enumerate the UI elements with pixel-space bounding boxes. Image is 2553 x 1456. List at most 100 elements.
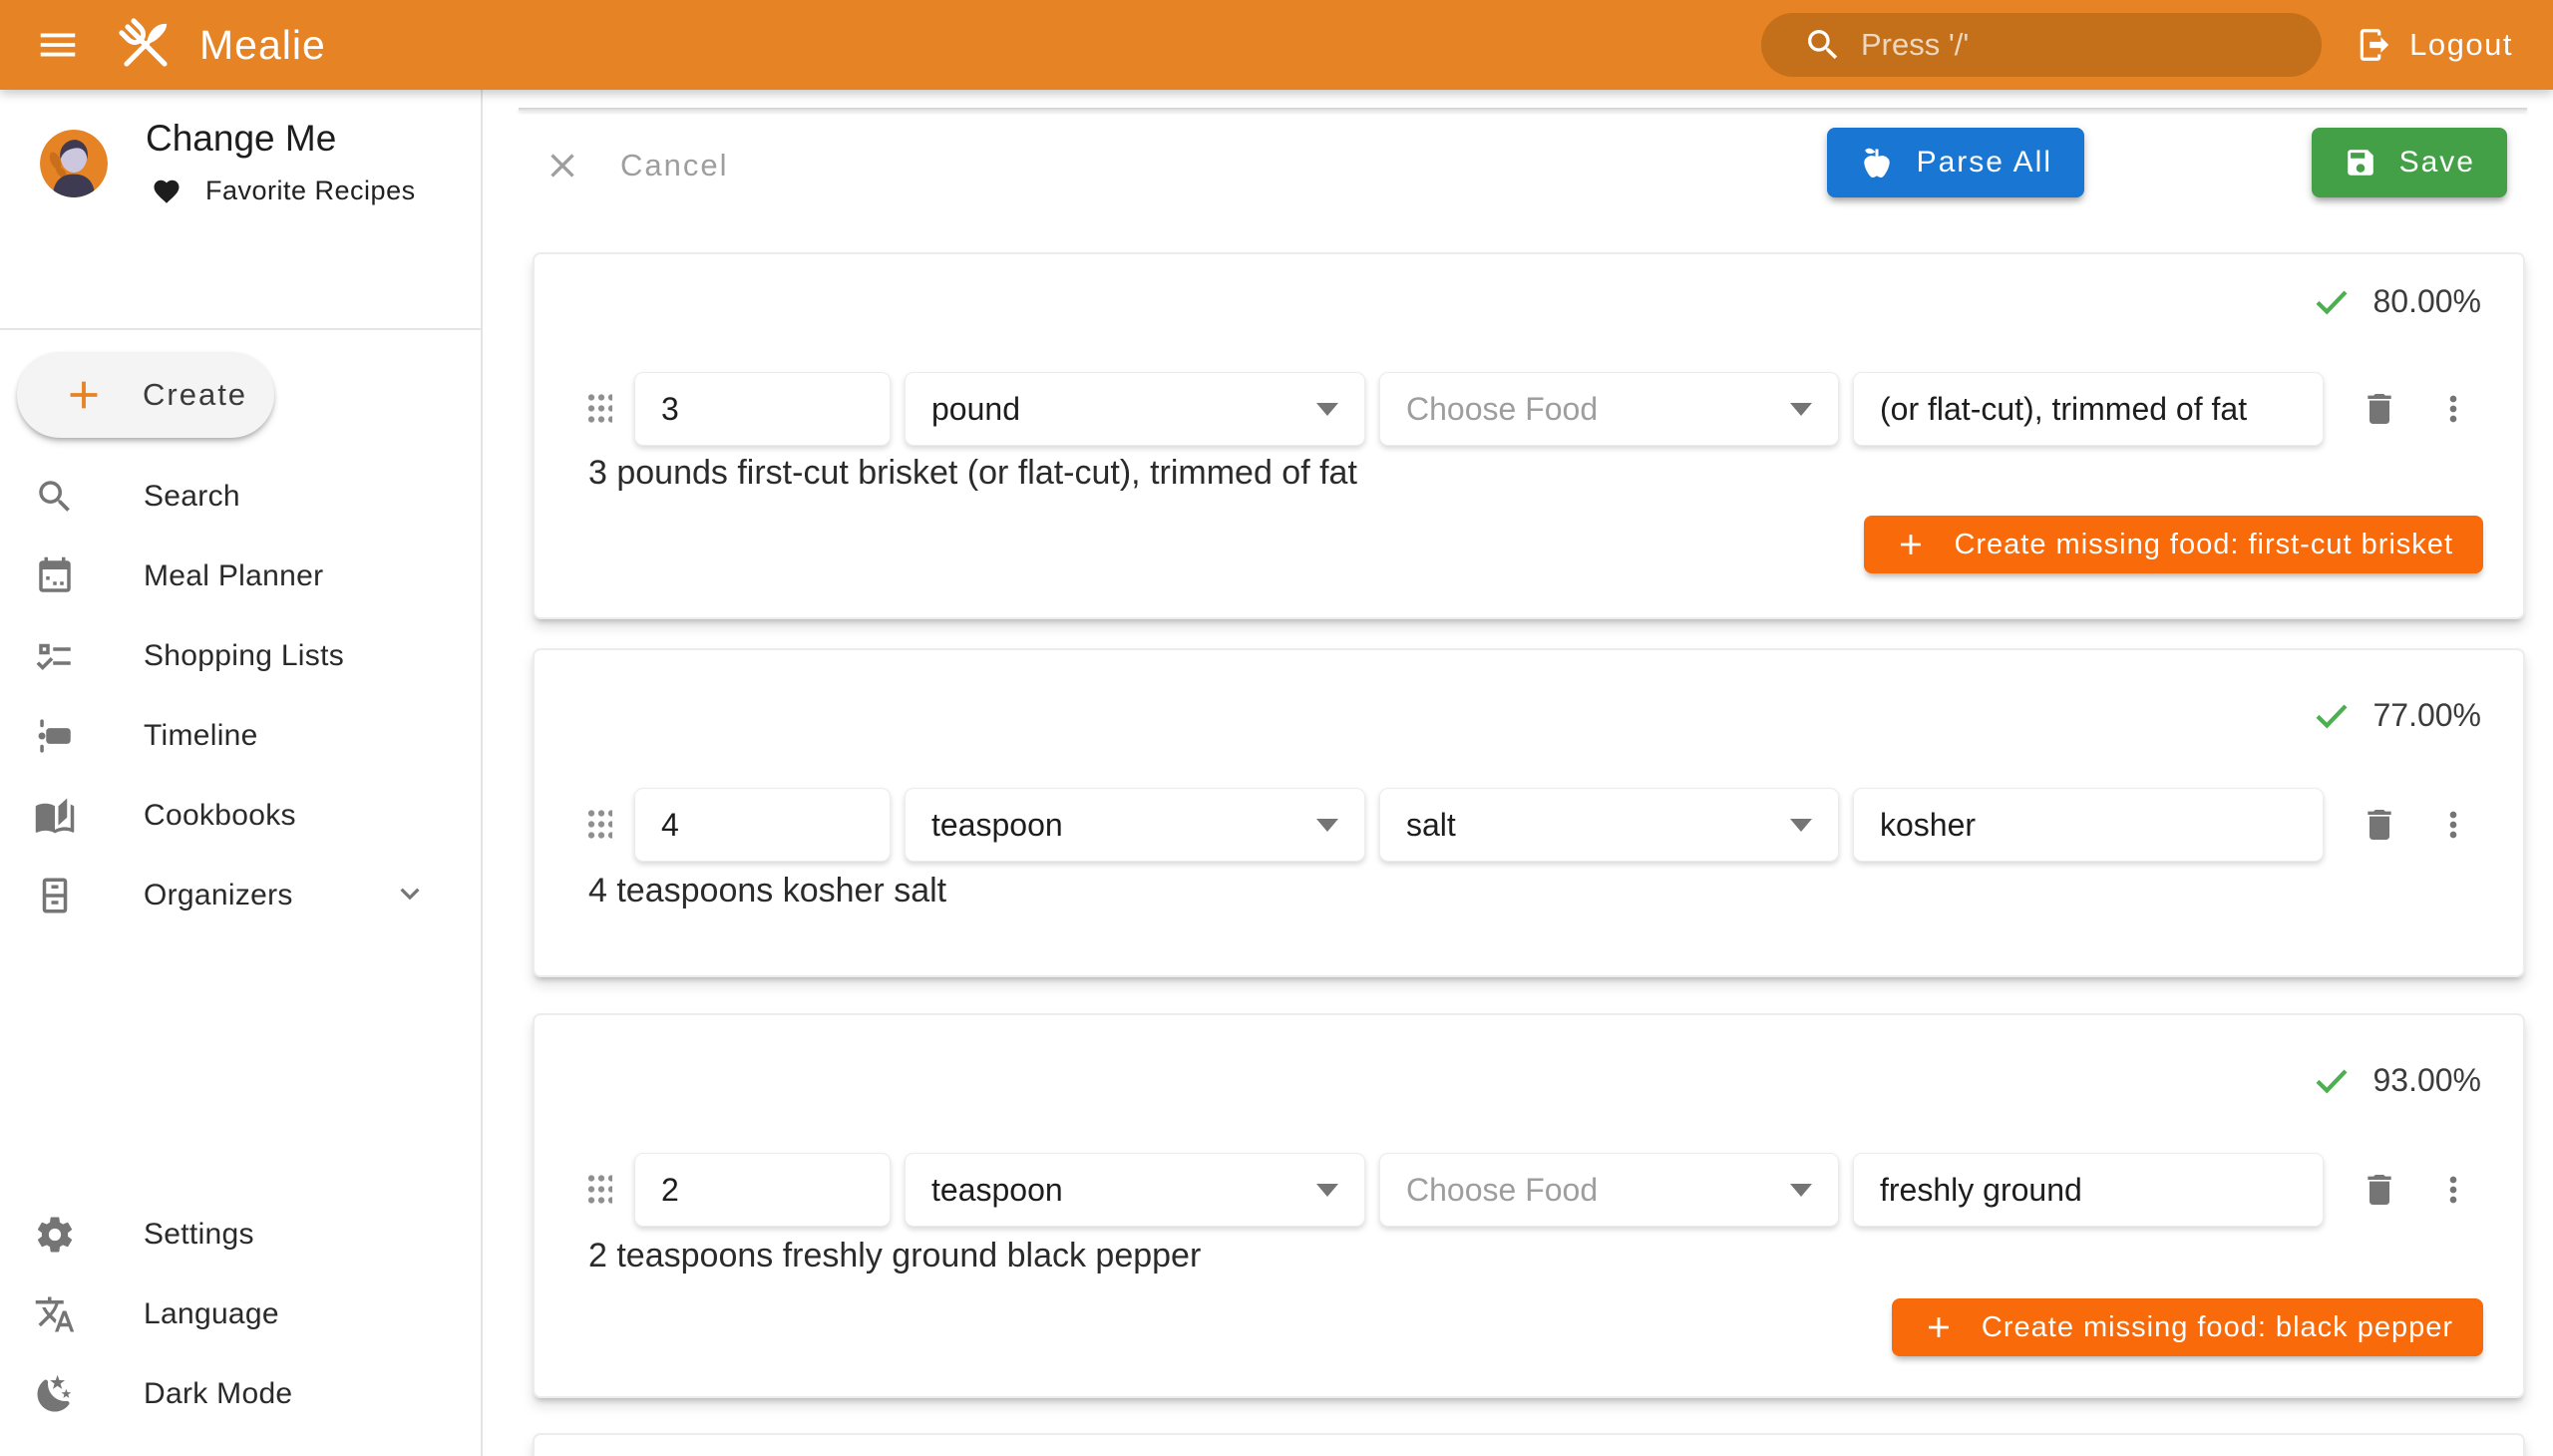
mealie-app: Mealie Logout Change Me	[0, 0, 2553, 1456]
dropdown-caret-icon	[1790, 819, 1812, 832]
dropdown-caret-icon	[1790, 403, 1812, 416]
search-input[interactable]	[1861, 27, 2292, 63]
note-field	[1853, 788, 2324, 862]
note-input[interactable]	[1880, 807, 2297, 844]
ingredient-fields-row: teaspoon salt	[586, 788, 2481, 862]
apple-icon	[1859, 145, 1895, 181]
kebab-icon	[2433, 389, 2473, 429]
ingredient-parser-main: Cancel Parse All Save 80.00% pound	[483, 90, 2553, 1456]
favorite-recipes-link[interactable]: Favorite Recipes	[152, 176, 416, 206]
quantity-field	[634, 1153, 891, 1227]
unit-select[interactable]: teaspoon	[905, 788, 1365, 862]
ingredient-menu-button[interactable]	[2425, 797, 2481, 853]
ingredient-menu-button[interactable]	[2425, 1162, 2481, 1218]
quantity-field	[634, 788, 891, 862]
sidebar: Change Me Favorite Recipes Create Search	[0, 90, 483, 1456]
trash-icon	[2360, 389, 2399, 429]
dropdown-caret-icon	[1316, 1184, 1338, 1197]
book-open-icon	[32, 793, 78, 839]
file-cabinet-icon	[32, 873, 78, 918]
sidebar-bottom-menu: Settings Language Dark Mode	[0, 1195, 481, 1434]
save-icon	[2344, 146, 2377, 180]
kebab-icon	[2433, 1170, 2473, 1210]
confidence-indicator: 93.00%	[2311, 1059, 2481, 1101]
quantity-input[interactable]	[661, 807, 864, 844]
ingredient-card: 77.00% teaspoon salt	[533, 648, 2525, 977]
sidebar-item-cookbooks[interactable]: Cookbooks	[0, 776, 481, 856]
note-field	[1853, 372, 2324, 446]
menu-icon[interactable]	[30, 17, 86, 73]
kebab-icon	[2433, 805, 2473, 845]
trash-icon	[2360, 1170, 2399, 1210]
parse-all-button[interactable]: Parse All	[1827, 128, 2084, 197]
food-select[interactable]: salt	[1379, 788, 1839, 862]
app-title: Mealie	[199, 22, 326, 69]
create-missing-food-button[interactable]: Create missing food: black pepper	[1892, 1298, 2483, 1356]
avatar	[40, 130, 108, 197]
calendar-icon	[32, 553, 78, 599]
check-icon	[2311, 1059, 2353, 1101]
save-button[interactable]: Save	[2312, 128, 2507, 197]
moon-stars-icon	[32, 1371, 78, 1417]
quantity-input[interactable]	[661, 391, 864, 428]
section-divider	[519, 108, 2527, 111]
food-select[interactable]: Choose Food	[1379, 372, 1839, 446]
sidebar-item-timeline[interactable]: Timeline	[0, 696, 481, 776]
dropdown-caret-icon	[1790, 1184, 1812, 1197]
create-missing-food-button[interactable]: Create missing food: first-cut brisket	[1864, 516, 2483, 573]
drag-handle-icon[interactable]	[586, 808, 612, 842]
close-icon	[543, 146, 582, 185]
translate-icon	[32, 1291, 78, 1337]
ingredient-card: 93.00% teaspoon Choose Food	[533, 1013, 2525, 1398]
sidebar-item-organizers[interactable]: Organizers	[0, 856, 481, 935]
sidebar-item-language[interactable]: Language	[0, 1274, 481, 1354]
chevron-down-icon	[391, 875, 429, 917]
plus-icon	[1894, 528, 1928, 561]
ingredient-menu-button[interactable]	[2425, 381, 2481, 437]
check-icon	[2311, 694, 2353, 736]
sidebar-item-dark-mode[interactable]: Dark Mode	[0, 1354, 481, 1434]
quantity-field	[634, 372, 891, 446]
confidence-indicator: 80.00%	[2311, 280, 2481, 322]
unit-select[interactable]: teaspoon	[905, 1153, 1365, 1227]
original-ingredient-text: 3 pounds first-cut brisket (or flat-cut)…	[588, 454, 1357, 493]
gear-icon	[32, 1212, 78, 1258]
drag-handle-icon[interactable]	[586, 392, 612, 426]
unit-select[interactable]: pound	[905, 372, 1365, 446]
sidebar-menu: Search Meal Planner Shopping Lists	[0, 457, 481, 935]
drag-handle-icon[interactable]	[586, 1173, 612, 1207]
confidence-indicator: 77.00%	[2311, 694, 2481, 736]
sidebar-item-shopping-lists[interactable]: Shopping Lists	[0, 616, 481, 696]
cancel-button[interactable]: Cancel	[543, 134, 729, 197]
global-search	[1761, 13, 2322, 77]
plus-icon	[61, 372, 107, 418]
ingredient-card: 80.00% pound Choose Food	[533, 252, 2525, 619]
sidebar-divider	[0, 328, 481, 330]
note-input[interactable]	[1880, 1172, 2297, 1209]
dropdown-caret-icon	[1316, 403, 1338, 416]
app-header: Mealie Logout	[0, 0, 2553, 90]
search-icon	[1803, 25, 1843, 65]
delete-ingredient-button[interactable]	[2352, 797, 2407, 853]
delete-ingredient-button[interactable]	[2352, 381, 2407, 437]
ingredient-fields-row: pound Choose Food	[586, 372, 2481, 446]
create-button[interactable]: Create	[17, 352, 274, 438]
note-input[interactable]	[1880, 391, 2297, 428]
checklist-icon	[32, 633, 78, 679]
user-name: Change Me	[146, 118, 336, 160]
heart-icon	[152, 177, 182, 206]
sidebar-item-meal-planner[interactable]: Meal Planner	[0, 537, 481, 616]
quantity-input[interactable]	[661, 1172, 864, 1209]
food-select[interactable]: Choose Food	[1379, 1153, 1839, 1227]
sidebar-item-settings[interactable]: Settings	[0, 1195, 481, 1274]
user-profile[interactable]: Change Me Favorite Recipes	[0, 90, 481, 239]
plus-icon	[1922, 1310, 1956, 1344]
delete-ingredient-button[interactable]	[2352, 1162, 2407, 1218]
original-ingredient-text: 4 teaspoons kosher salt	[588, 872, 946, 910]
sidebar-item-search[interactable]: Search	[0, 457, 481, 537]
mealie-logo-icon	[112, 11, 180, 79]
dropdown-caret-icon	[1316, 819, 1338, 832]
search-icon	[32, 474, 78, 520]
logout-button[interactable]: Logout	[2342, 0, 2527, 90]
trash-icon	[2360, 805, 2399, 845]
